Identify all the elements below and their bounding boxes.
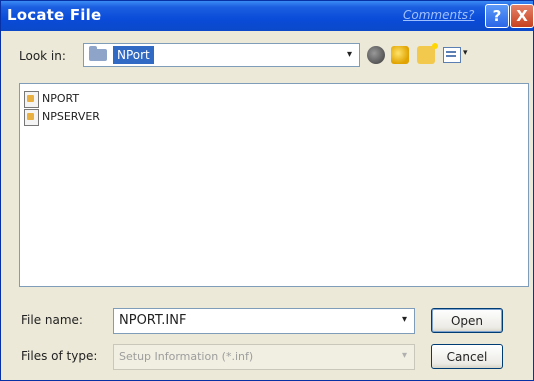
- new-folder-icon[interactable]: [417, 43, 438, 64]
- look-in-label: Look in:: [19, 49, 66, 63]
- setup-info-file-icon: [24, 91, 39, 108]
- views-menu-caret-icon[interactable]: ▾: [463, 48, 468, 58]
- look-in-dropdown[interactable]: NPort ▾: [83, 43, 360, 67]
- close-button[interactable]: X: [510, 4, 534, 28]
- help-icon: ?: [492, 7, 502, 25]
- file-name-field[interactable]: NPORT.INF ▾: [113, 308, 415, 334]
- file-name: NPSERVER: [42, 110, 100, 123]
- file-name: NPORT: [42, 92, 80, 105]
- window-title: Locate File: [7, 6, 102, 24]
- files-of-type-dropdown: Setup Information (*.inf) ▾: [113, 344, 415, 370]
- chevron-down-icon[interactable]: ▾: [397, 311, 412, 327]
- list-item[interactable]: NPORT: [24, 90, 154, 108]
- list-item[interactable]: NPSERVER: [24, 108, 154, 126]
- locate-file-dialog: Locate File Comments? ? X Look in: NPort…: [0, 0, 534, 381]
- views-icon[interactable]: [443, 47, 461, 63]
- setup-info-file-icon: [24, 109, 39, 126]
- file-name-label: File name:: [21, 313, 83, 327]
- back-icon[interactable]: [367, 46, 385, 64]
- cancel-button[interactable]: Cancel: [431, 344, 503, 369]
- open-button[interactable]: Open: [431, 308, 503, 333]
- comments-link[interactable]: Comments?: [403, 8, 474, 22]
- file-list[interactable]: NPORT NPSERVER: [19, 83, 529, 287]
- up-folder-icon[interactable]: [391, 46, 409, 64]
- title-bar[interactable]: Locate File Comments? ? X: [1, 1, 534, 31]
- folder-icon: [89, 46, 107, 61]
- file-name-value: NPORT.INF: [119, 313, 187, 328]
- help-button[interactable]: ?: [485, 4, 509, 28]
- chevron-down-icon[interactable]: ▾: [342, 46, 357, 62]
- close-icon: X: [516, 7, 528, 25]
- files-of-type-value: Setup Information (*.inf): [119, 350, 254, 363]
- files-of-type-label: Files of type:: [21, 349, 98, 363]
- chevron-down-icon: ▾: [401, 349, 408, 361]
- look-in-value: NPort: [113, 46, 154, 64]
